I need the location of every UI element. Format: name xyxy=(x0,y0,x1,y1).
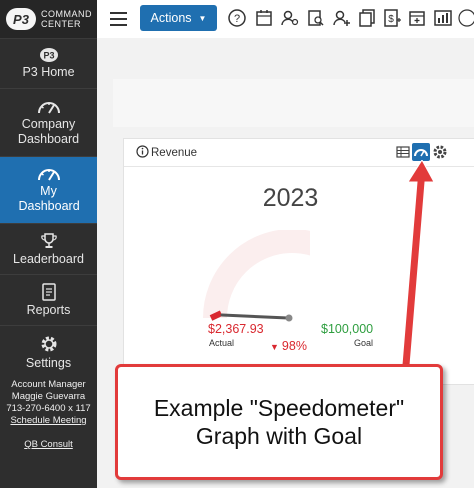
hamburger-menu-icon[interactable] xyxy=(110,12,127,26)
account-manager-info: Account Manager Maggie Guevarra 713-270-… xyxy=(0,379,97,427)
sidebar-item-label: Reports xyxy=(26,302,71,317)
account-manager-phone: 713-270-6400 x 117 xyxy=(6,403,91,414)
gauge-needle-hub xyxy=(285,314,293,322)
logo[interactable]: P3 COMMAND CENTER xyxy=(0,0,97,39)
sidebar-item-settings[interactable]: Settings xyxy=(0,326,97,378)
sidebar-item-label: Settings xyxy=(25,355,72,370)
user-avatar-icon[interactable] xyxy=(457,8,474,28)
sidebar-item-reports[interactable]: Reports xyxy=(0,275,97,326)
actions-button[interactable]: Actions ▼ xyxy=(140,5,217,31)
schedule-meeting-link[interactable]: Schedule Meeting xyxy=(0,415,97,427)
gauge-track xyxy=(203,230,310,319)
speedometer-gauge xyxy=(203,230,310,322)
account-manager-role: Account Manager xyxy=(11,379,86,390)
speedometer-view-icon[interactable] xyxy=(412,143,430,161)
add-user-icon[interactable] xyxy=(332,8,352,28)
help-icon[interactable]: ? xyxy=(227,8,247,28)
down-arrow-icon: ▼ xyxy=(270,342,279,352)
callout-line2: Graph with Goal xyxy=(195,423,363,449)
p3-logo-icon: P3 xyxy=(39,47,58,62)
goal-label: Goal xyxy=(354,338,374,348)
sidebar-item-my-dashboard[interactable]: My Dashboard xyxy=(0,157,97,224)
logo-badge: P3 xyxy=(6,8,36,30)
sidebar: P3 COMMAND CENTER P3 P3 Home Company Das… xyxy=(0,0,97,488)
gear-icon xyxy=(41,336,56,351)
account-manager-name: Maggie Guevarra xyxy=(11,391,86,402)
gear-icon[interactable] xyxy=(432,144,448,160)
sidebar-item-label: Company Dashboard xyxy=(17,116,80,146)
bar-chart-icon[interactable] xyxy=(433,8,453,28)
sidebar-item-p3-home[interactable]: P3 P3 Home xyxy=(0,38,97,89)
speedometer-icon xyxy=(37,101,60,114)
report-icon xyxy=(41,282,56,301)
document-search-icon[interactable] xyxy=(306,8,326,28)
add-calendar-icon[interactable] xyxy=(407,8,427,28)
callout-arrow xyxy=(401,160,435,366)
dollar-document-icon[interactable]: $ xyxy=(382,8,402,28)
actual-value: $2,367.93 xyxy=(208,322,264,336)
trophy-icon xyxy=(40,232,57,248)
svg-text:$: $ xyxy=(388,14,394,25)
callout-line1: Example "Speedometer" xyxy=(153,395,405,421)
percent-value: 98% xyxy=(281,339,307,353)
top-toolbar: Actions ▼ ? $ xyxy=(97,0,474,39)
sidebar-item-label: My Dashboard xyxy=(18,184,80,213)
percent-indicator: ▼ 98% xyxy=(270,339,307,353)
card-title: Revenue xyxy=(151,147,198,159)
goal-value: $100,000 xyxy=(321,322,374,336)
sidebar-item-label: Leaderboard xyxy=(13,251,84,266)
actual-label: Actual xyxy=(209,338,235,348)
user-search-icon[interactable] xyxy=(280,8,300,28)
gauge-needle xyxy=(220,313,290,320)
caret-down-icon: ▼ xyxy=(198,13,207,23)
svg-text:P3: P3 xyxy=(43,50,54,60)
svg-text:?: ? xyxy=(234,13,240,25)
table-view-icon[interactable] xyxy=(396,145,410,159)
calendar-icon[interactable] xyxy=(254,8,274,28)
copy-document-icon[interactable] xyxy=(357,8,377,28)
speedometer-icon xyxy=(37,169,60,181)
sidebar-item-label: P3 Home xyxy=(22,64,75,79)
info-icon[interactable] xyxy=(136,145,149,158)
logo-line2: CENTER xyxy=(41,19,82,29)
callout-box: Example "Speedometer" Graph with Goal xyxy=(115,364,443,480)
sidebar-item-leaderboard[interactable]: Leaderboard xyxy=(0,224,97,275)
dashboard-panel xyxy=(113,79,474,127)
sidebar-item-company-dashboard[interactable]: Company Dashboard xyxy=(0,89,97,157)
logo-line1: COMMAND xyxy=(41,9,92,19)
qb-consult-link[interactable]: QB Consult xyxy=(0,439,97,450)
actions-button-label: Actions xyxy=(150,11,192,25)
